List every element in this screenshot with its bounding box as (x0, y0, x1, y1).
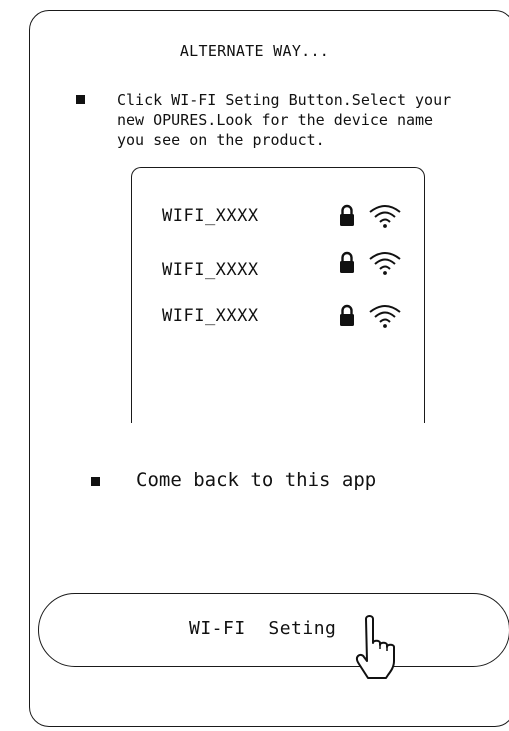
wifi-list-item: WIFI_XXXX (162, 302, 417, 330)
lock-icon (340, 251, 354, 273)
pointing-hand-icon (355, 615, 395, 679)
lock-icon (340, 204, 354, 226)
wifi-signal-icon (369, 205, 401, 228)
step-2-text: Come back to this app (136, 469, 377, 491)
square-bullet-icon (76, 95, 85, 104)
wifi-signal-icon (369, 252, 401, 275)
wifi-list-mockup: WIFI_XXXX WIFI_XXXX WIFI_XXXX (131, 167, 425, 423)
page-title: ALTERNATE WAY... (179, 42, 330, 60)
wifi-list-item: WIFI_XXXX (162, 202, 417, 230)
square-bullet-icon (91, 477, 100, 486)
wifi-list-item: WIFI_XXXX (162, 251, 417, 284)
wifi-setting-button-label: WI-FI Seting (189, 618, 337, 639)
wifi-setting-button[interactable]: WI-FI Seting (38, 593, 509, 667)
step-1-text: Click WI-FI Seting Button.Select your ne… (117, 91, 452, 149)
lock-icon (340, 304, 354, 326)
wifi-network-name: WIFI_XXXX (162, 260, 259, 280)
wifi-signal-icon (369, 305, 401, 328)
wifi-network-name: WIFI_XXXX (162, 206, 259, 226)
wifi-network-name: WIFI_XXXX (162, 306, 259, 326)
